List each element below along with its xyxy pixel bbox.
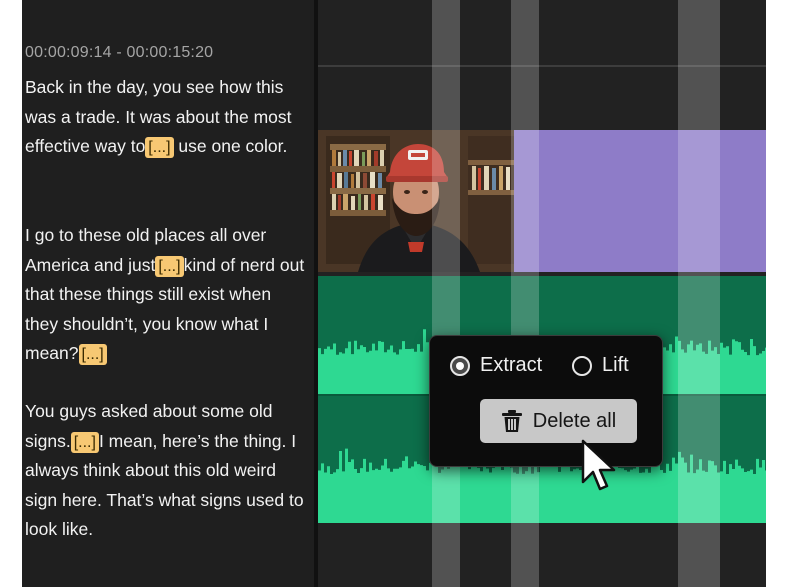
pause-gap-marker[interactable]: [...] xyxy=(70,431,99,453)
lift-option[interactable]: Lift xyxy=(572,354,629,377)
extract-radio[interactable] xyxy=(450,355,470,376)
transcript-panel: 00:00:09:14 - 00:00:15:20 Back in the da… xyxy=(22,0,314,587)
transcript-paragraph[interactable]: You guys asked about some old signs. [...… xyxy=(25,397,309,545)
transcript-paragraph[interactable]: I go to these old places all over Americ… xyxy=(25,221,309,369)
pause-gap-marker[interactable]: [...] xyxy=(145,137,174,158)
pause-gap-marker[interactable]: [...] xyxy=(155,255,184,277)
video-clip[interactable] xyxy=(514,130,766,272)
video-clip-thumbnail[interactable] xyxy=(318,130,514,272)
extract-label: Extract xyxy=(480,354,543,376)
transcript-text: use one color. xyxy=(178,136,288,156)
segment-timecode: 00:00:09:14 - 00:00:15:20 xyxy=(25,44,214,61)
transcript-paragraph[interactable]: Back in the day, you see how this was a … xyxy=(25,73,309,162)
editor-window: 00:00:09:14 - 00:00:15:20 Back in the da… xyxy=(22,0,766,587)
pause-gap-marker[interactable]: [...] xyxy=(78,344,107,365)
extract-option[interactable]: Extract xyxy=(450,354,542,377)
gap-selection-highlight[interactable] xyxy=(678,0,720,587)
speaker-thumbnail-image xyxy=(318,130,514,272)
gap-selection-highlight[interactable] xyxy=(432,0,460,587)
timeline-panel[interactable] xyxy=(318,0,766,587)
lift-label: Lift xyxy=(602,354,629,376)
gap-selection-highlight[interactable] xyxy=(511,0,539,587)
lift-radio[interactable] xyxy=(572,355,592,376)
cursor-arrow-icon xyxy=(581,439,616,491)
trash-icon xyxy=(501,410,522,432)
delete-all-button[interactable]: Delete all xyxy=(480,399,637,443)
delete-all-label: Delete all xyxy=(532,409,617,432)
delete-gaps-popup: Extract Lift Delete all xyxy=(429,335,663,467)
